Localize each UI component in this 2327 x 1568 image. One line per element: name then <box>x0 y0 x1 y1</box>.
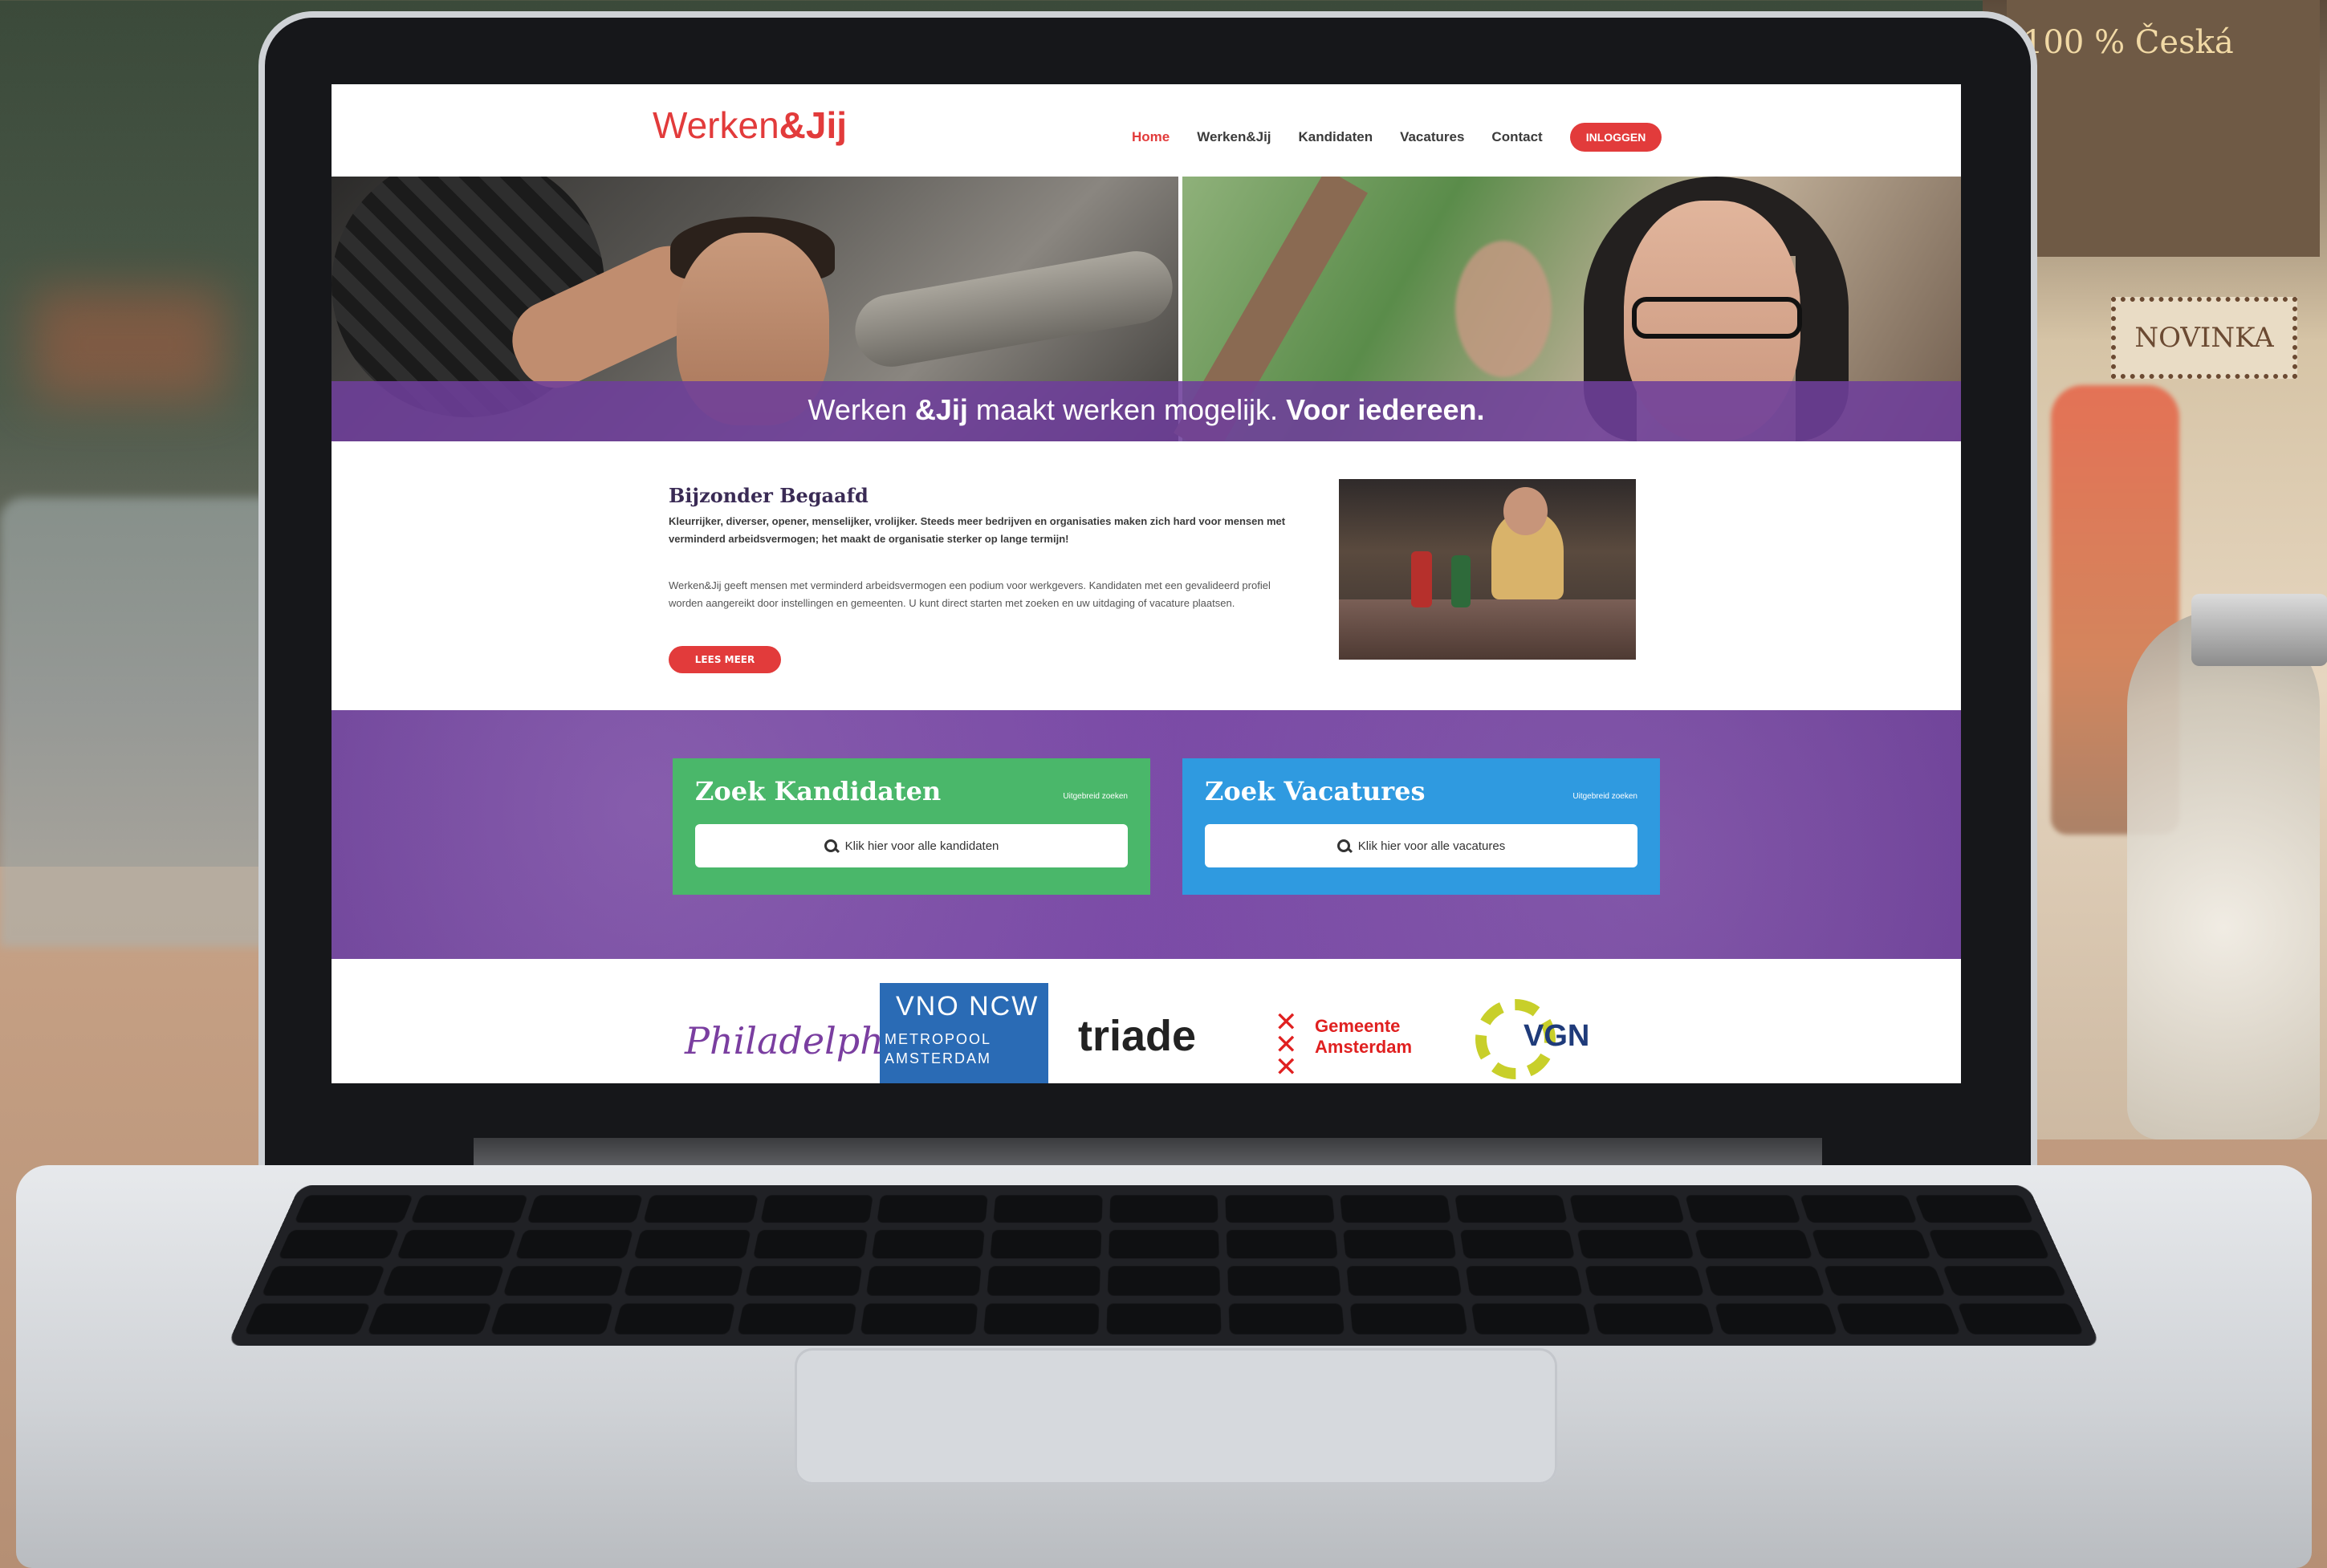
photo-bar-counter <box>1339 599 1636 660</box>
nav-kandidaten[interactable]: Kandidaten <box>1299 129 1373 145</box>
gemeente-text-2: Amsterdam <box>1315 1037 1413 1057</box>
intro-photo-bartender <box>1339 479 1636 660</box>
search-vacatures-button[interactable]: Klik hier voor alle vacatures <box>1205 824 1637 867</box>
intro-body: Werken&Jij geeft mensen met verminderd a… <box>669 579 1271 609</box>
photo-bottle-red <box>1411 551 1432 607</box>
background-light <box>32 289 225 401</box>
nav-home[interactable]: Home <box>1132 129 1170 145</box>
card-title-kandidaten: Zoek Kandidaten <box>695 776 942 806</box>
gemeente-text-1: Gemeente <box>1315 1016 1401 1036</box>
partner-gemeente-amsterdam-logo[interactable]: Gemeente Amsterdam <box>1315 1016 1412 1058</box>
logo-text-werken: Werken <box>653 104 779 146</box>
site-header: Werken&Jij Home Werken&Jij Kandidaten Va… <box>332 84 1961 173</box>
search-kandidaten-button[interactable]: Klik hier voor alle kandidaten <box>695 824 1128 867</box>
background-sugar-shaker <box>2127 610 2320 1139</box>
hero-tagline: Werken &Jij maakt werken mogelijk. Voor … <box>332 393 1961 427</box>
hero-glasses <box>1632 297 1802 339</box>
amsterdam-xxx-icon: ✕ ✕ ✕ <box>1275 1006 1298 1083</box>
intro-title: Bijzonder Begaafd <box>669 484 869 507</box>
search-vacatures-label: Klik hier voor alle vacatures <box>1357 839 1506 853</box>
laptop-keyboard <box>226 1185 2101 1347</box>
background-sign-text: 100 % Česká <box>2023 24 2234 61</box>
advanced-search-vacatures[interactable]: Uitgebreid zoeken <box>1572 792 1637 801</box>
search-kandidaten-label: Klik hier voor alle kandidaten <box>844 839 999 853</box>
hero-tagline-c: maakt werken mogelijk. <box>967 393 1287 426</box>
nav-contact[interactable]: Contact <box>1491 129 1542 145</box>
login-button[interactable]: INLOGGEN <box>1569 123 1662 152</box>
intro-lead: Kleurrijker, diverser, opener, menselijk… <box>669 515 1286 545</box>
search-card-kandidaten: Zoek Kandidaten Uitgebreid zoeken Klik h… <box>673 758 1150 895</box>
photo-bartender-head <box>1503 487 1548 535</box>
background-shaker-cap <box>2191 594 2327 666</box>
card-title-vacatures: Zoek Vacatures <box>1205 776 1426 806</box>
nav-werken-jij[interactable]: Werken&Jij <box>1197 129 1271 145</box>
hero-tagline-d: Voor iedereen. <box>1286 393 1485 426</box>
vno-text-b: METROPOOL <box>885 1031 992 1047</box>
hero-exhaust-pipe <box>849 245 1178 373</box>
background-novinka-label: NOVINKA <box>2111 297 2297 379</box>
laptop-screen: Werken&Jij Home Werken&Jij Kandidaten Va… <box>332 84 1961 1083</box>
partner-logos: Philadelphia VNO NCW METROPOOL AMSTERDAM… <box>332 963 1961 1083</box>
photo-bottle-green <box>1451 555 1471 607</box>
search-card-vacatures: Zoek Vacatures Uitgebreid zoeken Klik hi… <box>1182 758 1660 895</box>
background-chair <box>0 498 305 947</box>
laptop-trackpad <box>795 1348 1557 1485</box>
hero-banner: Werken &Jij maakt werken mogelijk. Voor … <box>332 177 1961 441</box>
vno-text-a: VNO NCW <box>896 991 1039 1022</box>
advanced-search-kandidaten[interactable]: Uitgebreid zoeken <box>1063 792 1128 801</box>
vno-text-c: AMSTERDAM <box>885 1050 992 1066</box>
hero-tagline-a: Werken <box>808 393 915 426</box>
search-section: Zoek Kandidaten Uitgebreid zoeken Klik h… <box>332 710 1961 959</box>
partner-triade-logo[interactable]: triade <box>1078 1011 1196 1061</box>
search-icon <box>824 839 837 852</box>
partner-vgn-logo[interactable]: VGN <box>1524 1019 1589 1054</box>
logo-text-jij: &Jij <box>779 104 848 146</box>
search-icon <box>1336 839 1350 852</box>
read-more-button[interactable]: LEES MEER <box>669 646 781 673</box>
nav-vacatures[interactable]: Vacatures <box>1400 129 1464 145</box>
site-logo[interactable]: Werken&Jij <box>653 104 847 147</box>
hero-background-person <box>1455 241 1552 377</box>
intro-section: Bijzonder Begaafd Kleurrijker, diverser,… <box>332 445 1961 706</box>
main-nav: Home Werken&Jij Kandidaten Vacatures Con… <box>1132 123 1662 152</box>
hero-tagline-b: &Jij <box>914 393 968 426</box>
partner-vno-ncw-logo[interactable]: VNO NCW METROPOOL AMSTERDAM <box>880 983 1048 1083</box>
